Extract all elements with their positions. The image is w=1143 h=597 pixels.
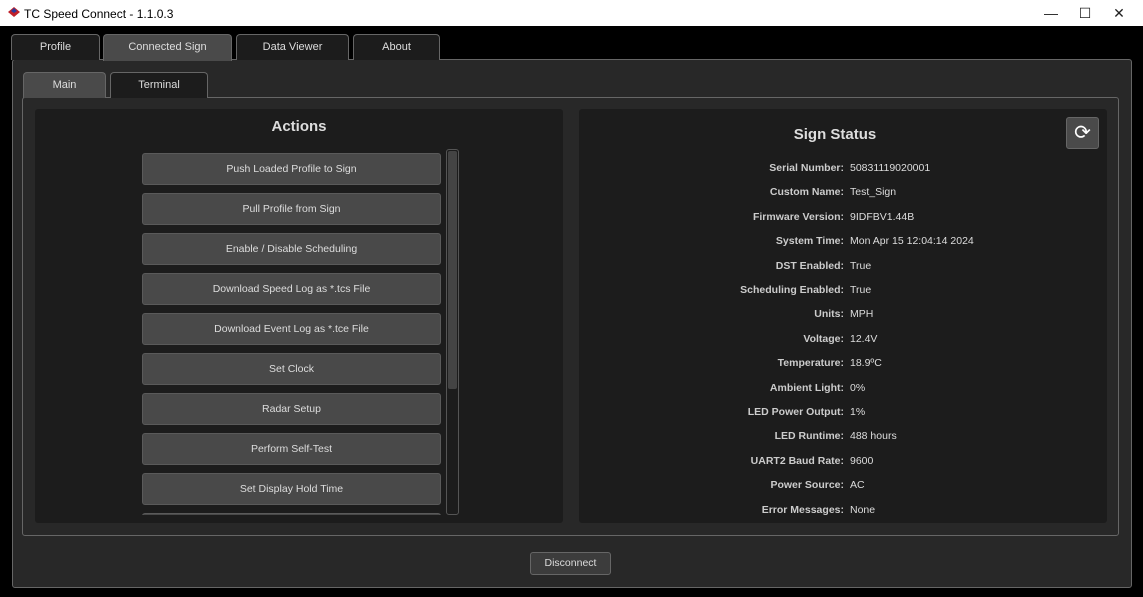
status-row: LED Runtime: 488 hours	[579, 430, 1107, 444]
window-title: TC Speed Connect - 1.1.0.3	[24, 7, 174, 21]
subtab-content: Actions Push Loaded Profile to Sign Pull…	[22, 97, 1119, 536]
status-row: Firmware Version: 9IDFBV1.44B	[579, 211, 1107, 225]
actions-list: Push Loaded Profile to Sign Pull Profile…	[35, 109, 563, 515]
push-profile-button[interactable]: Push Loaded Profile to Sign	[142, 153, 441, 185]
status-label: UART2 Baud Rate:	[750, 454, 844, 467]
close-button[interactable]: ✕	[1102, 0, 1136, 26]
status-label: Voltage:	[803, 332, 844, 345]
pull-profile-button[interactable]: Pull Profile from Sign	[142, 193, 441, 225]
set-hold-time-button[interactable]: Set Display Hold Time	[142, 473, 441, 505]
status-label: DST Enabled:	[775, 259, 844, 272]
status-value: 0%	[850, 381, 866, 394]
status-value: AC	[850, 479, 865, 492]
status-label: System Time:	[775, 235, 844, 248]
status-label: Power Source:	[770, 479, 844, 492]
status-row: UART2 Baud Rate: 9600	[579, 455, 1107, 469]
sign-status-title: Sign Status	[793, 126, 877, 143]
status-value: 1%	[850, 406, 866, 418]
status-value: MPH	[850, 308, 874, 321]
status-row: Custom Name: Test_Sign	[579, 186, 1107, 200]
status-label: Error Messages:	[761, 503, 844, 516]
status-label: Custom Name:	[769, 186, 844, 199]
subtab-main[interactable]: Main	[23, 72, 106, 98]
status-row: Ambient Light: 0%	[579, 382, 1107, 396]
status-row: DST Enabled: True	[579, 260, 1107, 274]
status-value: 488 hours	[850, 430, 897, 443]
status-label: LED Power Output:	[747, 406, 844, 418]
status-value: 12.4V	[850, 332, 878, 345]
status-row: Power Source: AC	[579, 479, 1107, 493]
tab-data-viewer[interactable]: Data Viewer	[236, 34, 349, 60]
status-value: 18.9ºC	[850, 357, 882, 370]
refresh-icon[interactable]: ⟳	[1066, 117, 1099, 149]
sign-status-panel: Sign Status ⟳ Serial Number: 508311190200…	[579, 109, 1107, 523]
set-clock-button[interactable]: Set Clock	[142, 353, 441, 385]
title-bar: TC Speed Connect - 1.1.0.3 — ☐ ✕	[0, 0, 1143, 26]
status-label: Ambient Light:	[769, 381, 844, 394]
disconnect-button[interactable]: Disconnect	[530, 552, 611, 575]
status-row: Units: MPH	[579, 308, 1107, 322]
actions-scrollbar[interactable]	[446, 149, 459, 515]
actions-panel: Actions Push Loaded Profile to Sign Pull…	[35, 109, 563, 523]
status-value: 50831119020001	[850, 162, 931, 174]
subtab-terminal[interactable]: Terminal	[110, 72, 208, 98]
next-action-button[interactable]	[142, 513, 441, 515]
status-row: System Time: Mon Apr 15 12:04:14 2024	[579, 235, 1107, 249]
status-label: Units:	[814, 308, 844, 321]
download-event-log-button[interactable]: Download Event Log as *.tce File	[142, 313, 441, 345]
toggle-scheduling-button[interactable]: Enable / Disable Scheduling	[142, 233, 441, 265]
status-row: Serial Number: 50831119020001	[579, 162, 1107, 176]
scrollbar-thumb[interactable]	[448, 151, 457, 389]
status-label: Serial Number:	[769, 162, 844, 174]
status-row: LED Power Output: 1%	[579, 406, 1107, 420]
download-speed-log-button[interactable]: Download Speed Log as *.tcs File	[142, 273, 441, 305]
status-label: LED Runtime:	[774, 430, 844, 443]
app-logo-icon	[8, 7, 20, 17]
maximize-button[interactable]: ☐	[1068, 0, 1102, 26]
tab-profile[interactable]: Profile	[11, 34, 100, 60]
status-row: Scheduling Enabled: True	[579, 284, 1107, 298]
status-label: Temperature:	[777, 357, 844, 370]
status-value: None	[850, 503, 876, 516]
status-row: Error Messages: None	[579, 504, 1107, 518]
status-value: 9IDFBV1.44B	[850, 210, 915, 223]
status-label: Firmware Version:	[752, 210, 844, 223]
tab-about[interactable]: About	[353, 34, 440, 60]
status-value: Mon Apr 15 12:04:14 2024	[850, 235, 974, 248]
status-value: True	[850, 259, 872, 272]
status-value: True	[850, 284, 872, 296]
status-row: Voltage: 12.4V	[579, 333, 1107, 347]
radar-setup-button[interactable]: Radar Setup	[142, 393, 441, 425]
status-value: 9600	[850, 454, 874, 467]
self-test-button[interactable]: Perform Self-Test	[142, 433, 441, 465]
status-label: Scheduling Enabled:	[740, 284, 844, 296]
minimize-button[interactable]: —	[1034, 0, 1068, 26]
status-row: Temperature: 18.9ºC	[579, 357, 1107, 371]
status-value: Test_Sign	[850, 186, 897, 199]
tab-connected-sign[interactable]: Connected Sign	[103, 34, 232, 61]
